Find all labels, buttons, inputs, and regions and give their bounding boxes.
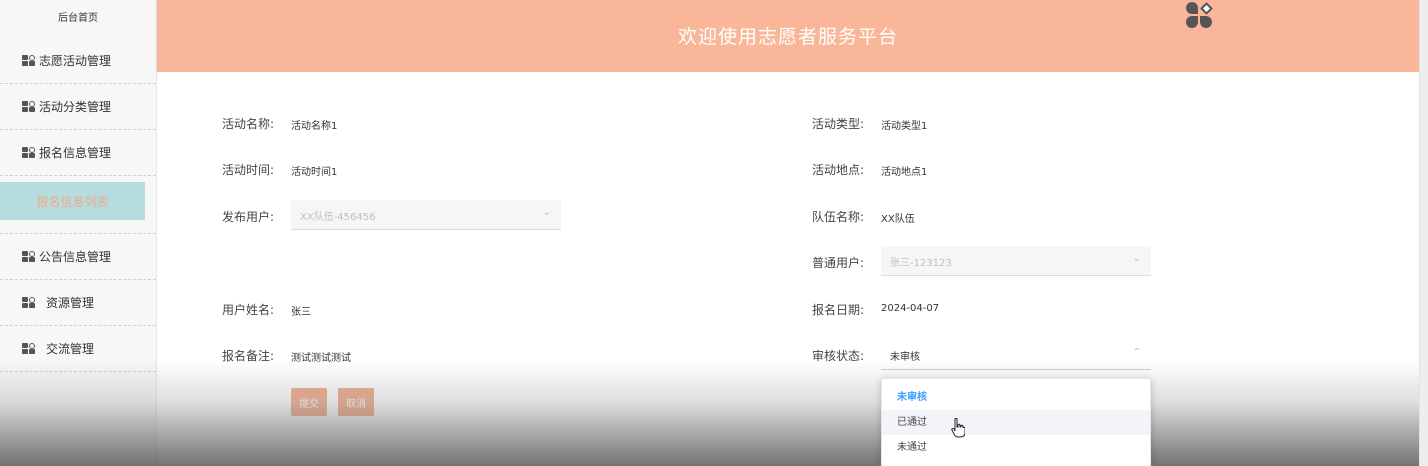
activity-name-label: 活动名称: xyxy=(222,117,275,131)
sidebar-item-resource[interactable]: 资源管理 xyxy=(0,280,156,326)
publisher-label: 发布用户: xyxy=(222,210,275,224)
grid-icon xyxy=(22,342,36,355)
sidebar-item-volunteer-activity[interactable]: 志愿活动管理 xyxy=(0,38,156,84)
sidebar-item-signup-info[interactable]: 报名信息管理 xyxy=(0,130,156,176)
grid-icon xyxy=(22,146,36,159)
publisher-select-value: XX队伍-456456 xyxy=(300,212,376,223)
sidebar-item-notice-info[interactable]: 公告信息管理 xyxy=(0,234,156,280)
remark-label: 报名备注: xyxy=(222,349,275,363)
activity-time-label: 活动时间: xyxy=(222,163,275,177)
remark-value: 测试测试测试 xyxy=(291,353,351,364)
sidebar-item-activity-category[interactable]: 活动分类管理 xyxy=(0,84,156,130)
dropdown-option-approved[interactable]: 已通过 xyxy=(882,410,1150,435)
sidebar: 后台首页 志愿活动管理 活动分类管理 报名信息管理 报名信息列表 公告信息管理 … xyxy=(0,0,157,466)
sidebar-item-label: 公告信息管理 xyxy=(39,250,112,264)
grid-icon xyxy=(22,296,36,309)
normal-user-label: 普通用户: xyxy=(812,256,865,270)
normal-user-select-value: 张三-123123 xyxy=(890,258,952,269)
hand-cursor-icon xyxy=(951,418,965,438)
chevron-down-icon: ⌄ xyxy=(542,207,551,218)
submit-button[interactable]: 提交 xyxy=(291,388,327,416)
review-status-dropdown: 未审核 已通过 未通过 xyxy=(881,378,1151,466)
app-logo-icon xyxy=(1186,2,1214,30)
dropdown-option-rejected[interactable]: 未通过 xyxy=(882,435,1150,460)
sidebar-submenu: 报名信息列表 xyxy=(0,182,156,234)
dropdown-option-pending[interactable]: 未审核 xyxy=(882,385,1150,410)
user-name-value: 张三 xyxy=(291,307,311,318)
page-title: 欢迎使用志愿者服务平台 xyxy=(677,26,898,48)
activity-type-value: 活动类型1 xyxy=(881,121,928,132)
scrollbar-track[interactable] xyxy=(1419,0,1428,466)
chevron-down-icon: ⌄ xyxy=(1132,253,1141,264)
normal-user-select[interactable]: 张三-123123 ⌄ xyxy=(881,246,1151,276)
activity-location-value: 活动地点1 xyxy=(881,167,928,178)
sidebar-item-label: 交流管理 xyxy=(46,342,95,356)
grid-icon xyxy=(22,54,36,67)
signup-date-label: 报名日期: xyxy=(812,303,865,317)
activity-location-label: 活动地点: xyxy=(812,163,865,177)
grid-icon xyxy=(22,100,36,113)
sidebar-item-label: 活动分类管理 xyxy=(39,100,112,114)
signup-date-value: 2024-04-07 xyxy=(881,303,940,314)
cancel-button[interactable]: 取消 xyxy=(338,388,374,416)
grid-icon xyxy=(22,250,36,263)
sidebar-home-link[interactable]: 后台首页 xyxy=(0,0,156,38)
activity-name-value: 活动名称1 xyxy=(291,121,338,132)
team-name-label: 队伍名称: xyxy=(812,210,865,224)
user-name-label: 用户姓名: xyxy=(222,303,275,317)
activity-type-label: 活动类型: xyxy=(812,117,865,131)
chevron-up-icon: ⌃ xyxy=(1132,347,1141,358)
sidebar-item-label: 报名信息管理 xyxy=(39,146,112,160)
sidebar-item-label: 志愿活动管理 xyxy=(39,54,112,68)
publisher-select[interactable]: XX队伍-456456 ⌄ xyxy=(291,200,561,230)
sidebar-item-label: 资源管理 xyxy=(46,296,95,310)
team-name-value: XX队伍 xyxy=(881,214,915,225)
top-header: 欢迎使用志愿者服务平台 xyxy=(157,0,1419,72)
activity-time-value: 活动时间1 xyxy=(291,167,338,178)
sidebar-item-communication[interactable]: 交流管理 xyxy=(0,326,156,372)
sidebar-subitem-signup-list[interactable]: 报名信息列表 xyxy=(0,182,145,220)
review-status-select-value: 未审核 xyxy=(890,352,920,363)
review-status-select[interactable]: 未审核 ⌃ xyxy=(881,340,1151,370)
review-status-label: 审核状态: xyxy=(812,349,865,363)
